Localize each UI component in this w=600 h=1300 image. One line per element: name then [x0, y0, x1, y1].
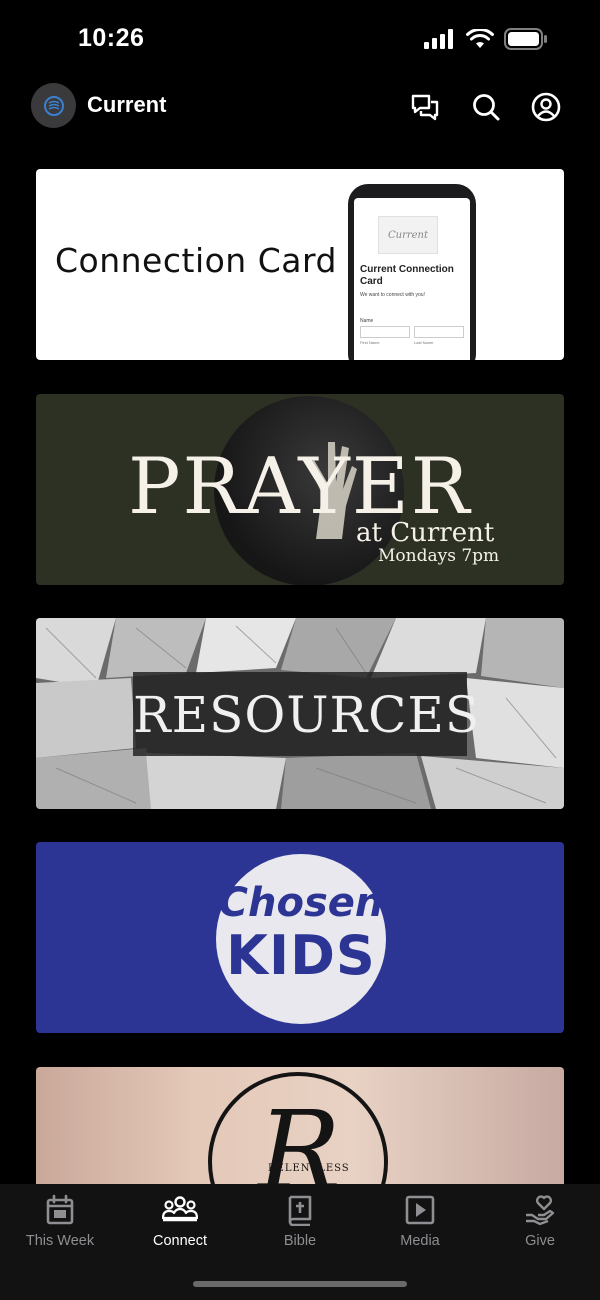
chosen-kids-card-tile[interactable]: Chosen KIDS — [36, 842, 564, 1033]
profile-button[interactable] — [529, 90, 563, 124]
connection-card-title: Connection Card — [55, 241, 337, 280]
messages-button[interactable] — [408, 90, 442, 124]
phone-name-label: Name — [360, 318, 374, 324]
prayer-card-tile[interactable]: PRAYER at Current Mondays 7pm — [36, 394, 564, 585]
give-heart-icon — [526, 1195, 555, 1226]
phone-logo: Current — [378, 216, 438, 254]
calendar-icon — [46, 1194, 74, 1225]
people-icon — [162, 1196, 198, 1222]
home-indicator[interactable] — [193, 1281, 407, 1287]
phone-first-label: First Name — [360, 340, 380, 345]
resources-card-tile[interactable]: RESOURCES — [36, 618, 564, 809]
tab-give[interactable]: Give — [480, 1194, 600, 1256]
connection-card-tile[interactable]: Connection Card Current Current Connecti… — [36, 169, 564, 360]
tab-label: This Week — [25, 1233, 95, 1249]
prayer-time: Mondays 7pm — [378, 546, 500, 566]
resources-label-box: RESOURCES — [133, 672, 481, 756]
app-header: Current — [0, 80, 600, 136]
tab-media[interactable]: Media — [360, 1194, 480, 1256]
status-icons — [424, 28, 548, 50]
play-icon — [405, 1195, 435, 1225]
profile-icon — [531, 92, 561, 122]
resources-title: RESOURCES — [133, 686, 481, 744]
logo-mark-icon — [43, 95, 64, 116]
church-logo-icon[interactable] — [31, 83, 76, 128]
phone-subtext: We want to connect with you! — [360, 292, 425, 298]
phone-screen: Current Current Connection Card We want … — [354, 198, 470, 360]
status-bar: 10:26 — [0, 0, 600, 80]
tab-bible[interactable]: Bible — [240, 1194, 360, 1256]
search-button[interactable] — [469, 90, 503, 124]
tab-label: Media — [400, 1233, 440, 1249]
relentless-word: RELENTLESS — [268, 1163, 350, 1174]
kids-kids-text: KIDS — [226, 924, 376, 987]
signal-icon — [424, 29, 453, 49]
phone-heading: Current Connection Card — [360, 264, 454, 287]
search-icon — [473, 94, 500, 121]
status-time: 10:26 — [78, 24, 145, 52]
phone-mockup-image: Current Current Connection Card We want … — [348, 184, 476, 360]
kids-chosen-text: Chosen — [218, 880, 384, 926]
bible-icon — [288, 1195, 312, 1226]
tab-label: Bible — [283, 1233, 317, 1249]
phone-first-field — [360, 326, 410, 338]
tab-this-week[interactable]: This Week — [0, 1194, 120, 1256]
tab-connect[interactable]: Connect — [120, 1194, 240, 1256]
app-title: Current — [87, 92, 167, 117]
tab-label: Give — [525, 1233, 555, 1249]
wifi-icon — [466, 29, 494, 48]
battery-icon — [504, 28, 547, 50]
chat-bubbles-icon — [411, 94, 439, 121]
phone-last-field — [414, 326, 464, 338]
phone-last-label: Last Name — [414, 340, 434, 345]
prayer-subtitle: at Current — [356, 518, 495, 548]
tab-label: Connect — [152, 1233, 207, 1249]
